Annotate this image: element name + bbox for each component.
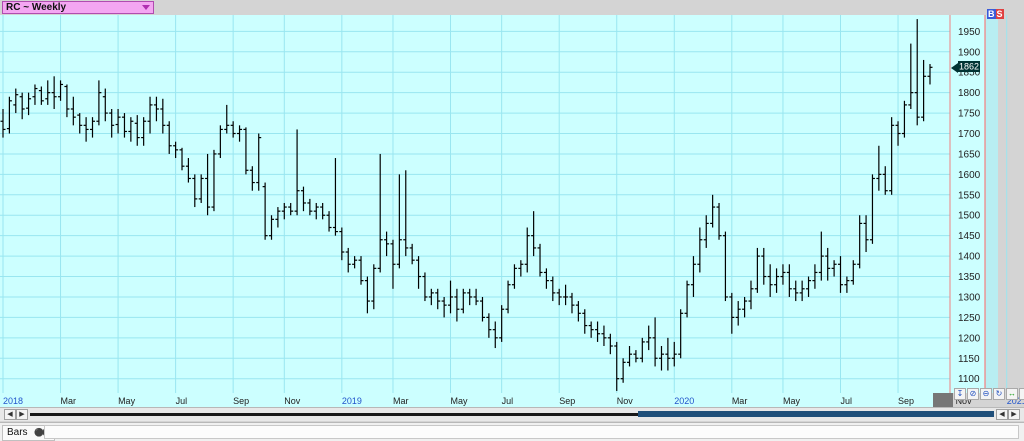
y-tick-label: 1800 (958, 88, 981, 99)
x-tick-label: Jul (176, 396, 188, 406)
y-tick-label: 1550 (958, 190, 981, 201)
y-tick-label: 1600 (958, 170, 981, 181)
x-tick-label: 2020 (674, 396, 694, 406)
scroll-left-icon[interactable]: ◀ (4, 409, 16, 420)
bars-tab-label: Bars (7, 427, 28, 438)
x-tick-label: 2018 (3, 396, 23, 406)
y-tick-label: 1100 (958, 374, 980, 385)
y-tick-label: 1950 (958, 27, 981, 38)
scroll-right-icon[interactable]: ▶ (16, 409, 28, 420)
x-tick-label: Mar (61, 396, 77, 406)
x-tick-label: May (118, 396, 136, 406)
scroll-end-left-icon[interactable]: ◀ (996, 409, 1008, 420)
x-tick-label: May (451, 396, 469, 406)
status-bar: Bars ⚫⚫ (0, 422, 1024, 441)
y-tick-label: 1500 (958, 211, 981, 222)
y-tick-label: 1650 (958, 149, 981, 160)
x-tick-label: Sep (898, 396, 914, 406)
x-tick-label: Sep (233, 396, 249, 406)
scroll-thumb[interactable] (638, 411, 994, 417)
zoom-in-icon[interactable]: ⊘ (967, 388, 979, 400)
y-tick-label: 1150 (958, 354, 980, 365)
x-tick-label: Mar (732, 396, 748, 406)
right-margin-strip (985, 15, 998, 393)
x-tick-label: 2019 (342, 396, 362, 406)
y-tick-label: 1700 (958, 129, 981, 140)
y-tick-label: 1200 (958, 333, 981, 344)
fit-icon[interactable]: ↻ (993, 388, 1005, 400)
zoom-out-icon[interactable]: ⊖ (980, 388, 992, 400)
last-price-value: 1862 (959, 62, 979, 72)
chart-toolbar: ↧ ⊘ ⊖ ↻ ↔ ↕ (954, 388, 1024, 400)
toolbar-icon[interactable]: ↧ (954, 388, 966, 400)
expand-icon[interactable]: ↔ (1006, 388, 1018, 400)
plot-area (0, 15, 950, 393)
y-tick-label: 1250 (958, 313, 981, 324)
chevron-down-icon[interactable] (142, 5, 150, 10)
x-tick-label: Sep (559, 396, 575, 406)
compress-icon[interactable]: ↕ (1019, 388, 1024, 400)
buy-badge[interactable]: B (987, 9, 996, 19)
y-tick-label: 1300 (958, 292, 981, 303)
buy-sell-badge[interactable]: BS (987, 9, 1004, 20)
y-tick-label: 1450 (958, 231, 981, 242)
x-tick-label: Nov (284, 396, 301, 406)
symbol-label: RC ~ Weekly (6, 2, 67, 13)
time-axis-future-block (933, 393, 953, 407)
y-tick-label: 1400 (958, 252, 981, 263)
status-field[interactable] (44, 425, 1019, 439)
time-axis-bg (0, 393, 950, 407)
x-tick-label: Mar (393, 396, 409, 406)
sell-badge[interactable]: S (995, 9, 1004, 19)
chart-scrollbar[interactable]: ◀ ▶ ◀ ▶ (0, 407, 1024, 421)
y-tick-label: 1750 (958, 109, 981, 120)
price-chart: 1100 1150 1200 1250 1300 1350 1400 1450 1500 1550… (0, 15, 1024, 407)
x-tick-label: Nov (617, 396, 634, 406)
symbol-selector[interactable]: RC ~ Weekly (2, 1, 154, 14)
scroll-end-right-icon[interactable]: ▶ (1008, 409, 1020, 420)
y-tick-label: 1350 (958, 272, 981, 283)
x-tick-label: Jul (502, 396, 514, 406)
x-tick-label: May (783, 396, 801, 406)
x-tick-label: Jul (840, 396, 852, 406)
y-tick-label: 1900 (958, 47, 981, 58)
